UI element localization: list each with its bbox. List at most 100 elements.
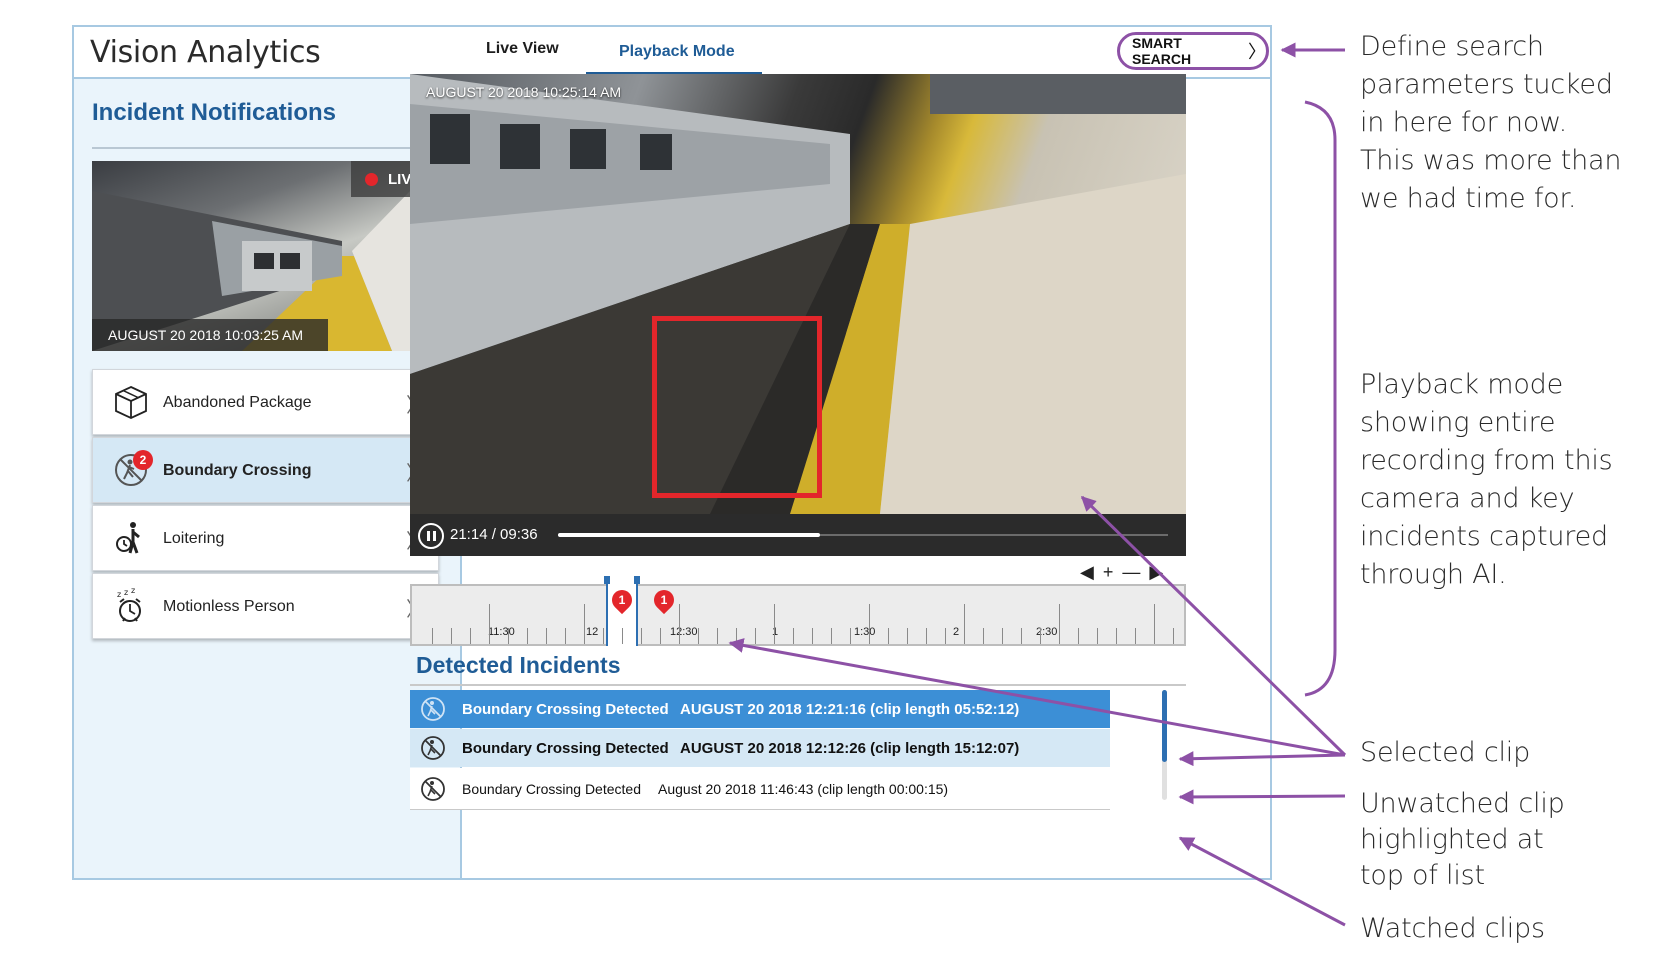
- video-timestamp: AUGUST 20 2018 10:25:14 AM: [426, 84, 622, 100]
- timeline-tick: [1154, 604, 1155, 644]
- timeline-tick: [736, 628, 737, 644]
- zoom-out-icon[interactable]: —: [1122, 562, 1142, 582]
- timeline-label: 1:30: [854, 626, 876, 638]
- svg-text:z: z: [131, 588, 135, 595]
- incident-marker[interactable]: 1: [649, 585, 679, 615]
- annotation-line: in here for now.: [1360, 107, 1567, 138]
- incident-row-watched[interactable]: Boundary Crossing Detected August 20 201…: [410, 768, 1110, 810]
- timeline-tick: [432, 628, 433, 644]
- marker-count: 1: [618, 593, 626, 607]
- timeline-tick: [641, 628, 642, 644]
- tab-live-view[interactable]: Live View: [486, 40, 559, 58]
- incident-card-loitering[interactable]: Loitering 〉: [92, 505, 439, 571]
- detection-bounding-box: [652, 316, 822, 498]
- incident-list-scrollbar[interactable]: [1162, 690, 1167, 800]
- svg-text:z: z: [117, 590, 121, 599]
- timeline-label: 1: [772, 626, 779, 638]
- motionless-person-icon: z z z: [117, 588, 141, 622]
- incident-row-selected[interactable]: Boundary Crossing Detected AUGUST 20 201…: [410, 690, 1110, 728]
- live-dot-icon: [365, 172, 378, 186]
- progress-fill: [558, 533, 821, 537]
- timeline-tick: [850, 628, 851, 644]
- incident-label: Abandoned Package: [163, 394, 312, 411]
- timeline-track[interactable]: 1 1 11:30 12 12:30 1 1:30 2 2:30: [410, 576, 1186, 646]
- panel-title: Incident Notifications: [92, 99, 337, 126]
- annotation-search: Define search parameters tucked in here …: [1360, 28, 1622, 218]
- timeline-tick: [945, 628, 946, 644]
- timeline-tick: [698, 628, 699, 644]
- annotation-line: highlighted at: [1360, 824, 1544, 855]
- boundary-crossing-icon: [421, 697, 445, 721]
- timeline-tick: [888, 628, 889, 644]
- divider: [92, 147, 439, 149]
- annotation-line: This was more than: [1360, 145, 1622, 176]
- timeline-tick: [489, 604, 490, 644]
- selection-handle-left[interactable]: [604, 576, 610, 584]
- timeline-tick: [907, 628, 908, 644]
- timeline-tick: [983, 628, 984, 644]
- timeline-label: 2: [953, 626, 960, 638]
- live-feed-thumbnail[interactable]: LIVE AUGUST 20 2018 10:03:25 AM: [92, 161, 439, 351]
- timeline-next-icon[interactable]: ▶: [1149, 562, 1165, 582]
- smart-search-button[interactable]: SMART SEARCH 〉: [1117, 32, 1269, 70]
- annotation-line: top of list: [1360, 860, 1485, 891]
- timeline-tick: [717, 628, 718, 644]
- annotation-line: parameters tucked: [1360, 69, 1613, 100]
- annotation-line: camera and key: [1360, 483, 1575, 514]
- annotation-line: recording from this: [1360, 445, 1613, 476]
- timeline-tick: [470, 628, 471, 644]
- annotation-selected: Selected clip: [1360, 737, 1531, 768]
- pause-icon[interactable]: [418, 523, 444, 549]
- loitering-icon: [116, 522, 140, 554]
- incident-label: Boundary Crossing: [163, 462, 312, 479]
- progress-bar[interactable]: [558, 533, 1168, 537]
- incident-row-unwatched[interactable]: Boundary Crossing Detected AUGUST 20 201…: [410, 729, 1110, 767]
- timeline-tick: [546, 628, 547, 644]
- incident-card-motionless-person[interactable]: z z z Motionless Person 〉: [92, 573, 439, 639]
- timeline-tick: [1173, 628, 1174, 644]
- scrollbar-thumb[interactable]: [1162, 690, 1167, 762]
- incident-marker[interactable]: 1: [607, 585, 637, 615]
- timeline-tick: [1097, 628, 1098, 644]
- boundary-crossing-icon: [421, 736, 445, 760]
- timeline-label: 12:30: [670, 626, 698, 638]
- divider: [410, 684, 1186, 686]
- tab-playback-mode[interactable]: Playback Mode: [619, 43, 735, 61]
- timeline-tick: [679, 604, 680, 644]
- timeline-tick: [603, 628, 604, 644]
- smart-search-label: SMART SEARCH: [1132, 35, 1192, 67]
- annotation-unwatched: Unwatched clip highlighted at top of lis…: [1360, 786, 1565, 894]
- annotation-line: Define search: [1360, 31, 1544, 62]
- timeline-prev-icon[interactable]: ◀: [1080, 562, 1096, 582]
- incident-label: Loitering: [163, 530, 225, 547]
- incident-card-boundary-crossing[interactable]: 2 Boundary Crossing 〉: [92, 437, 439, 503]
- live-timestamp: AUGUST 20 2018 10:03:25 AM: [92, 319, 328, 351]
- app-title: Vision Analytics: [90, 35, 321, 70]
- zoom-in-icon[interactable]: +: [1103, 562, 1116, 582]
- timeline-tick: [964, 604, 965, 644]
- timeline-tick: [1135, 628, 1136, 644]
- annotation-line: through AI.: [1360, 559, 1507, 590]
- timeline-tick: [508, 628, 509, 644]
- annotation-line: incidents captured: [1360, 521, 1608, 552]
- chevron-right-icon: 〉: [1248, 42, 1266, 62]
- annotation-line: Playback mode: [1360, 369, 1564, 400]
- incident-card-abandoned-package[interactable]: Abandoned Package 〉: [92, 369, 439, 435]
- incident-label: Motionless Person: [163, 598, 295, 615]
- timeline-tick: [584, 604, 585, 644]
- annotation-line: showing entire: [1360, 407, 1556, 438]
- incident-detail: AUGUST 20 2018 12:12:26 (clip length 15:…: [680, 739, 1020, 757]
- selection-handle-right[interactable]: [634, 576, 640, 584]
- timeline-tick: [774, 604, 775, 644]
- timeline-tick: [1059, 604, 1060, 644]
- annotation-line: we had time for.: [1360, 183, 1577, 214]
- timeline-tick: [527, 628, 528, 644]
- timeline-tick: [812, 628, 813, 644]
- timeline-tick: [926, 628, 927, 644]
- timeline-tick: [831, 628, 832, 644]
- timeline-tick: [1021, 628, 1022, 644]
- video-player[interactable]: AUGUST 20 2018 10:25:14 AM: [410, 74, 1186, 514]
- annotation-watched: Watched clips: [1360, 913, 1545, 944]
- incident-detail: August 20 2018 11:46:43 (clip length 00:…: [658, 780, 949, 797]
- annotation-line: Unwatched clip: [1360, 788, 1565, 819]
